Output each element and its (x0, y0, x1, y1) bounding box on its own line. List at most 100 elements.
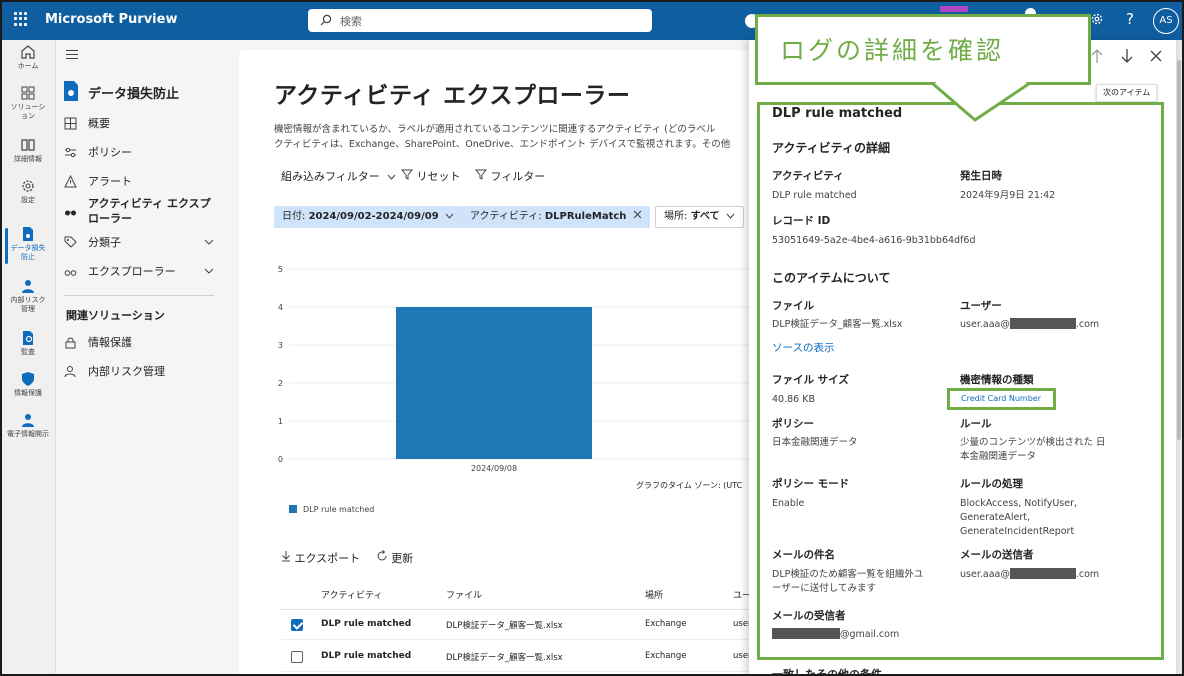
field-sender-label: メールの送信者 (960, 549, 1034, 561)
field-date-label: 発生日時 (960, 170, 1002, 182)
field-subject-value: DLP検証のため顧客一覧を組織外ユ ーザーに送付してみます (772, 569, 924, 594)
field-recipient-value: @gmail.com (772, 628, 899, 642)
export-button[interactable]: エクスポート (281, 551, 364, 565)
glasses-icon (65, 210, 76, 216)
chevron-down-icon[interactable] (204, 268, 214, 274)
rail-item-insider-risk[interactable]: 内部リスク管理 (0, 278, 56, 314)
sit-link[interactable]: Credit Card Number (961, 394, 1041, 403)
field-activity-value: DLP rule matched (772, 190, 857, 201)
nav-item-activity-explorer[interactable]: アクティビティ エクスプ ローラー (64, 197, 229, 227)
home-icon (21, 45, 35, 59)
field-sender-value: user.aaa@ .com (960, 568, 1100, 580)
column-header-location[interactable]: 場所 (645, 588, 663, 601)
glasses-icon (64, 270, 77, 276)
field-file-value: DLP検証データ_顧客一覧.xlsx (772, 319, 903, 330)
related-solutions-header: 関連ソリューション (66, 309, 165, 322)
hamburger-menu-icon[interactable] (66, 50, 78, 62)
field-rule-value: 少量のコンテンツが検出された 日本金融関連データ (960, 437, 1106, 462)
page-title: アクティビティ エクスプローラー (274, 83, 631, 109)
tag-icon (64, 236, 77, 248)
field-rule-action-value: BlockAccess, NotifyUser, GenerateAlert, Ge… (960, 498, 1078, 537)
column-header-file[interactable]: ファイル (446, 588, 482, 601)
arrow-down-icon[interactable] (1120, 48, 1134, 64)
close-icon[interactable] (1150, 50, 1162, 62)
rail-item-dlp[interactable]: データ損失防止 (0, 226, 56, 262)
row-checkbox[interactable] (291, 651, 303, 663)
overview-icon (64, 117, 77, 130)
gear-icon[interactable] (1090, 12, 1104, 26)
search-input[interactable]: 検索 (308, 9, 652, 32)
brand-name[interactable]: Microsoft Purview (45, 12, 177, 27)
app-launcher-icon[interactable] (14, 12, 28, 26)
nav-title: データ損失防止 (88, 87, 180, 102)
field-activity-label: アクティビティ (772, 170, 844, 182)
side-nav: データ損失防止 概要 ポリシー アラート アクティビティ エクスプ ローラー 分… (56, 40, 231, 676)
field-record-id-label: レコード ID (772, 215, 831, 227)
rail-item-info-protection[interactable]: 情報保護 (0, 371, 56, 398)
search-icon (320, 14, 332, 26)
close-icon[interactable] (633, 210, 642, 219)
y-tick-label: 1 (278, 417, 283, 426)
rail-item-ediscovery[interactable]: 電子情報開示 (0, 412, 56, 439)
more-conditions-heading: 一致したその他の条件 (772, 668, 882, 676)
info-protection-icon (22, 372, 34, 386)
left-rail: ホーム ソリューション 詳細情報 設定 データ損失防止 内部リスク管理 監査 情… (0, 40, 56, 676)
table-row[interactable]: DLP rule matched DLP検証データ_顧客一覧.xlsx Exch… (281, 610, 759, 640)
builtin-filter-button[interactable]: 組み込みフィルター (281, 168, 396, 184)
dlp-icon (23, 227, 33, 241)
rail-item-solutions[interactable]: ソリューション (0, 85, 56, 121)
insider-risk-icon (22, 280, 34, 293)
field-user-label: ユーザー (960, 300, 1002, 312)
field-policy-value: 日本金融関連データ (772, 437, 858, 448)
row-checkbox[interactable] (291, 619, 303, 631)
view-source-link[interactable]: ソースの表示 (772, 341, 834, 355)
main-content: アクティビティ エクスプローラー 機密情報が含まれているか、ラベルが適用されてい… (239, 50, 759, 676)
field-rule-action-label: ルールの処理 (960, 478, 1023, 490)
field-size-label: ファイル サイズ (772, 374, 849, 386)
field-subject-label: メールの件名 (772, 549, 835, 561)
date-filter-chip[interactable]: 日付: 2024/09/02-2024/09/09 (274, 206, 462, 228)
refresh-button[interactable]: 更新 (376, 550, 413, 565)
field-policy-mode-value: Enable (772, 498, 805, 509)
avatar[interactable]: AS (1153, 8, 1179, 34)
audit-icon (23, 331, 33, 345)
rail-item-home[interactable]: ホーム (0, 44, 56, 71)
ediscovery-icon (22, 414, 34, 427)
help-icon[interactable]: ? (1126, 10, 1134, 28)
field-policy-mode-label: ポリシー モード (772, 478, 850, 490)
field-size-value: 40.86 KB (772, 394, 815, 405)
redaction-block (772, 628, 840, 639)
refresh-icon (377, 550, 387, 561)
section-about-item: このアイテムについて (772, 271, 891, 285)
reset-button[interactable]: リセット (400, 168, 461, 184)
table-row[interactable]: DLP rule matched DLP検証データ_顧客一覧.xlsx Exch… (281, 642, 759, 672)
rail-item-settings[interactable]: 設定 (0, 178, 56, 205)
download-icon (282, 551, 290, 562)
y-tick-label: 3 (278, 341, 283, 350)
section-activity-details: アクティビティの詳細 (772, 141, 890, 155)
y-tick-label: 2 (278, 379, 283, 388)
settings-icon (22, 180, 34, 192)
search-placeholder: 検索 (340, 15, 362, 28)
legend-swatch (289, 505, 297, 513)
activity-bar-chart: 5 4 3 2 1 0 2024/09/08 (278, 265, 759, 473)
field-rule-label: ルール (960, 418, 992, 430)
next-item-tooltip: 次のアイテム (1096, 84, 1158, 102)
chart-timezone: グラフのタイム ゾーン: (UTC (636, 481, 743, 490)
rail-item-audit[interactable]: 監査 (0, 330, 56, 357)
person-icon (64, 366, 76, 378)
field-user-value: user.aaa@ .com (960, 318, 1100, 330)
field-file-label: ファイル (772, 300, 814, 312)
dlp-icon (64, 81, 78, 101)
scrollbar-thumb[interactable] (1177, 60, 1181, 440)
chevron-down-icon (726, 213, 735, 219)
location-filter-chip[interactable]: 場所: すべて (655, 206, 744, 228)
policy-icon (65, 147, 76, 158)
x-tick-label: 2024/09/08 (471, 464, 517, 473)
arrow-up-icon[interactable] (1090, 48, 1104, 64)
activity-filter-chip[interactable]: アクティビティ: DLPRuleMatch (462, 206, 650, 228)
chevron-down-icon[interactable] (204, 239, 214, 245)
rail-item-learn[interactable]: 詳細情報 (0, 137, 56, 164)
column-header-activity[interactable]: アクティビティ (321, 588, 382, 601)
filter-button[interactable]: フィルター (474, 168, 545, 184)
